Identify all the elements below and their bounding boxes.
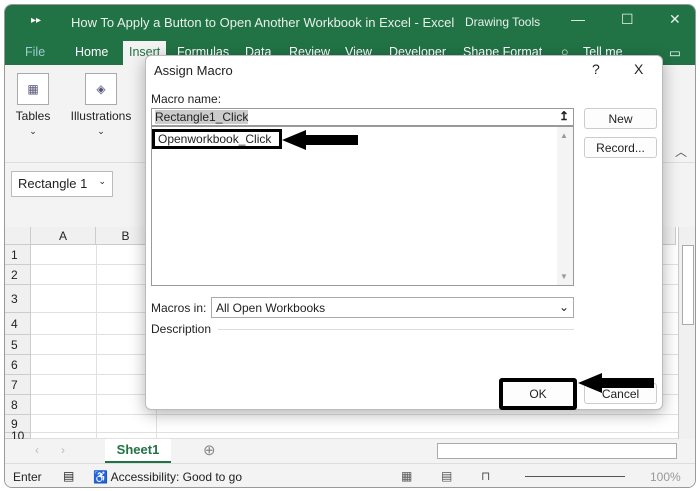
prev-sheet-icon[interactable]: ‹ <box>35 443 39 457</box>
row-header[interactable]: 2 <box>5 265 31 285</box>
next-sheet-icon[interactable]: › <box>61 443 65 457</box>
gridline <box>31 432 678 433</box>
help-button[interactable]: ? <box>592 61 600 77</box>
accessibility-label: Accessibility: Good to go <box>110 470 243 484</box>
comments-icon[interactable]: ▭ <box>669 45 681 60</box>
dialog-close-button[interactable]: X <box>634 61 643 77</box>
row-header[interactable]: 3 <box>5 285 31 313</box>
macro-record-icon[interactable]: ▤ <box>63 469 74 483</box>
shapes-icon: ◈ <box>85 73 117 105</box>
status-bar: Enter ▤ ♿ Accessibility: Good to go ▦ ▤ … <box>5 463 695 487</box>
mode-status: Enter <box>13 470 42 484</box>
window-title: How To Apply a Button to Open Another Wo… <box>71 15 455 30</box>
accessibility-status[interactable]: ♿ Accessibility: Good to go <box>93 470 242 484</box>
context-tab-label: Drawing Tools <box>465 15 541 29</box>
illustrations-label: Illustrations <box>70 109 132 123</box>
tab-home[interactable]: Home <box>75 45 108 59</box>
column-gridline <box>96 245 97 439</box>
macro-name-input[interactable]: Rectangle1_Click ↥ <box>151 108 574 126</box>
macro-name-value: Rectangle1_Click <box>155 110 249 124</box>
ok-button[interactable]: OK <box>499 378 577 410</box>
zoom-slider[interactable] <box>525 476 625 477</box>
macros-in-select[interactable]: All Open Workbooks ⌄ <box>211 297 574 318</box>
row-header[interactable]: 5 <box>5 335 31 355</box>
table-icon: ▦ <box>17 73 49 105</box>
record-button[interactable]: Record... <box>584 137 657 158</box>
row-header[interactable]: 7 <box>5 375 31 395</box>
new-button[interactable]: New <box>584 108 657 129</box>
macro-name-label: Macro name: <box>151 92 222 106</box>
page-break-icon[interactable]: ⊓ <box>481 469 490 483</box>
description-divider <box>218 329 574 330</box>
sheet-tab-sheet1[interactable]: Sheet1 <box>105 439 171 463</box>
horizontal-scrollbar[interactable] <box>437 443 677 459</box>
name-box[interactable]: Rectangle 1 ⌄ <box>11 171 113 197</box>
close-icon[interactable]: ✕ <box>669 11 681 28</box>
tab-file[interactable]: File <box>25 45 45 59</box>
macro-list[interactable]: Openworkbook_Click ▲ ▼ <box>151 126 574 286</box>
macros-in-value: All Open Workbooks <box>216 301 326 315</box>
macro-item-openworkbook-click[interactable]: Openworkbook_Click <box>152 129 282 149</box>
maximize-icon[interactable]: ☐ <box>621 11 634 28</box>
dialog-title: Assign Macro <box>154 63 233 78</box>
collapse-ribbon-icon[interactable]: ︿ <box>675 143 687 160</box>
sheet-tab-bar: ‹ › Sheet1 ⊕ <box>5 439 695 463</box>
select-all[interactable] <box>5 227 31 245</box>
chevron-down-icon: ⌄ <box>558 300 569 314</box>
row-header[interactable]: 6 <box>5 355 31 375</box>
row-header[interactable]: 1 <box>5 245 31 265</box>
minimize-icon[interactable]: — <box>571 11 585 27</box>
annotation-arrow-macro <box>282 130 358 150</box>
page-layout-icon[interactable]: ▤ <box>441 469 452 483</box>
overflow-icon[interactable]: ▸▸ <box>31 15 41 26</box>
annotation-arrow-ok <box>578 373 654 393</box>
tables-button[interactable]: ▦ Tables ⌄ <box>13 73 53 137</box>
description-label: Description <box>151 322 212 336</box>
name-box-value: Rectangle 1 <box>18 176 88 191</box>
add-sheet-icon[interactable]: ⊕ <box>203 441 216 459</box>
row-header[interactable]: 4 <box>5 313 31 335</box>
collapse-icon[interactable]: ↥ <box>559 109 569 123</box>
gridline <box>31 414 678 415</box>
vertical-scrollbar[interactable] <box>678 227 695 439</box>
assign-macro-dialog: Assign Macro ? X Macro name: Rectangle1_… <box>145 55 663 410</box>
illustrations-button[interactable]: ◈ Illustrations ⌄ <box>65 73 137 137</box>
macros-in-label: Macros in: <box>151 301 207 315</box>
zoom-level: 100% <box>650 470 681 484</box>
normal-view-icon[interactable]: ▦ <box>401 469 412 483</box>
list-scrollbar[interactable]: ▲ ▼ <box>557 127 573 285</box>
row-header[interactable]: 8 <box>5 395 31 415</box>
column-header-a[interactable]: A <box>31 227 96 245</box>
tables-label: Tables <box>15 109 51 123</box>
